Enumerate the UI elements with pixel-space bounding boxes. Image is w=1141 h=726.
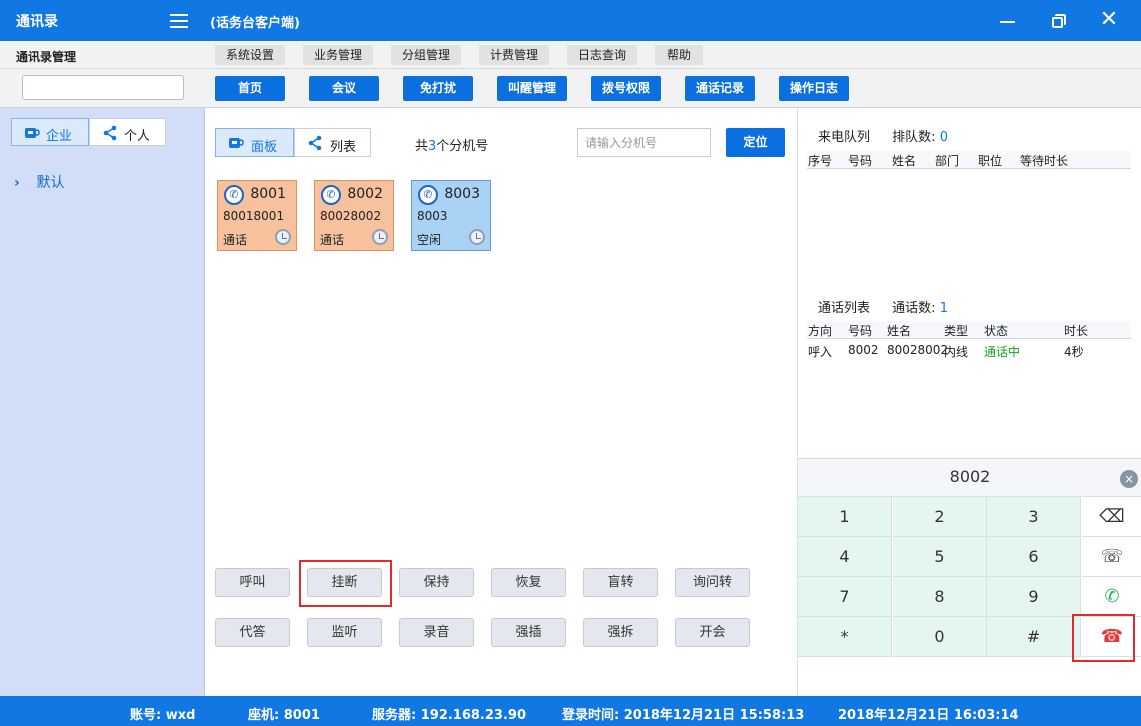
close-icon[interactable]: ✕ [1096,8,1122,34]
consult-transfer-button[interactable]: 询问转 [675,568,750,597]
cup-icon [24,125,40,145]
home-button[interactable]: 首页 [215,76,285,101]
view-panel-button[interactable]: 面板 [215,128,294,157]
tree-item-label: 默认 [36,175,65,191]
dial-key-hash[interactable]: # [987,617,1081,657]
queue-table-header: 序号 号码 姓名 部门 职位 等待时长 [807,151,1131,169]
view-list-label: 列表 [330,140,357,155]
share-icon [102,125,118,145]
view-list-button[interactable]: 列表 [294,128,371,157]
conference-button[interactable]: 会议 [309,76,379,101]
tab-personal[interactable]: 个人 [89,118,166,146]
barge-in-button[interactable]: 强插 [491,618,566,647]
dial-key-9[interactable]: 9 [987,577,1081,617]
extension-panel: 面板 列表 共3个分机号 定位 ✆ 8001 80018001 通话 ✆ 800… [205,108,797,696]
status-account: 账号: wxd [130,708,196,723]
tab-enterprise[interactable]: 企业 [11,118,89,146]
alarm-clock-icon [469,229,485,245]
dial-key-3[interactable]: 3 [987,497,1081,537]
status-login-time: 登录时间: 2018年12月21日 15:58:13 [562,708,805,723]
dial-display: 8002 [798,459,1141,497]
clear-display-icon[interactable]: × [1120,470,1138,488]
alarm-clock-icon [372,229,388,245]
dial-key-2[interactable]: 2 [893,497,987,537]
extension-card-8001[interactable]: ✆ 8001 80018001 通话 [217,180,297,251]
force-release-button[interactable]: 强拆 [583,618,658,647]
hold-button[interactable]: 保持 [399,568,474,597]
answer-call-icon[interactable]: ✆ [1082,577,1141,617]
phone-icon: ✆ [418,185,438,205]
hamburger-menu-icon[interactable] [164,9,194,33]
dnd-button[interactable]: 免打扰 [403,76,473,101]
dial-permission-button[interactable]: 拨号权限 [591,76,661,101]
call-button[interactable]: 呼叫 [215,568,290,597]
dial-key-6[interactable]: 6 [987,537,1081,577]
extension-card-8002[interactable]: ✆ 8002 80028002 通话 [314,180,394,251]
extension-search-input[interactable] [577,128,711,157]
dial-key-4[interactable]: 4 [798,537,892,577]
resume-button[interactable]: 恢复 [491,568,566,597]
tab-enterprise-label: 企业 [46,129,73,144]
wakeup-button[interactable]: 叫醒管理 [497,76,567,101]
operation-log-button[interactable]: 操作日志 [779,76,849,101]
menu-billing[interactable]: 计费管理 [479,45,549,65]
status-server: 服务器: 192.168.23.90 [372,708,526,723]
queue-header: 来电队列 排队数: 0 [818,130,948,145]
sidebar-panel: 企业 个人 › 默认 [0,108,205,696]
extension-count: 共3个分机号 [415,139,489,154]
monitor-button[interactable]: 监听 [307,618,382,647]
minimize-icon[interactable] [994,8,1020,34]
calls-table-header: 方向 号码 姓名 类型 状态 时长 [807,321,1131,339]
window-subtitle: (话务台客户端) [210,16,300,31]
maximize-icon[interactable] [1045,8,1071,34]
menu-business[interactable]: 业务管理 [303,45,373,65]
call-records-button[interactable]: 通话记录 [685,76,755,101]
sidebar-search-input[interactable] [22,75,184,100]
menu-group[interactable]: 分组管理 [391,45,461,65]
dial-key-5[interactable]: 5 [893,537,987,577]
view-panel-label: 面板 [251,140,278,155]
menu-bar: 系统设置 业务管理 分组管理 计费管理 日志查询 帮助 [205,41,1141,69]
menu-help[interactable]: 帮助 [655,45,703,65]
backspace-icon[interactable]: ⌫ [1082,497,1141,537]
sidebar-search-area [0,69,205,108]
extension-card-8003[interactable]: ✆ 8003 8003 空闲 [411,180,491,251]
status-seat: 座机: 8001 [248,708,320,723]
alarm-clock-icon [275,229,291,245]
locate-button[interactable]: 定位 [726,128,785,157]
menu-log-query[interactable]: 日志查询 [567,45,637,65]
calls-header: 通话列表 通话数: 1 [818,301,948,316]
right-panel: 来电队列 排队数: 0 序号 号码 姓名 部门 职位 等待时长 通话列表 通话数… [797,108,1141,696]
sidebar-header: 通讯录管理 [0,41,205,69]
tree-item-default[interactable]: › 默认 [14,172,64,192]
dial-key-star[interactable]: * [798,617,892,657]
phone-icon: ✆ [224,185,244,205]
dial-key-1[interactable]: 1 [798,497,892,537]
dial-key-7[interactable]: 7 [798,577,892,617]
dial-key-8[interactable]: 8 [893,577,987,617]
toolbar: 首页 会议 免打扰 叫醒管理 拨号权限 通话记录 操作日志 [205,69,1141,108]
pickup-button[interactable]: 代答 [215,618,290,647]
phone-icon: ✆ [321,185,341,205]
share-icon [307,135,323,155]
app-title: 通讯录 [16,14,58,30]
sidebar-title: 通讯录管理 [16,50,77,64]
status-current-time: 2018年12月21日 16:03:14 [838,708,1019,723]
hangup-button[interactable]: 挂断 [307,568,382,597]
table-row[interactable]: 呼入 8002 80028002 内线 通话中 4秒 [807,342,1131,360]
blind-transfer-button[interactable]: 盲转 [583,568,658,597]
dialpad: 8002 × 1 2 3 4 5 6 7 8 9 * 0 # ⌫ ☏ ✆ ☎ [798,458,1141,696]
menu-system-settings[interactable]: 系统设置 [215,45,285,65]
tab-personal-label: 个人 [124,129,151,144]
dial-key-0[interactable]: 0 [893,617,987,657]
record-button[interactable]: 录音 [399,618,474,647]
status-bar: 账号: wxd 座机: 8001 服务器: 192.168.23.90 登录时间… [0,696,1141,726]
chevron-right-icon: › [14,175,20,191]
start-meeting-button[interactable]: 开会 [675,618,750,647]
transfer-call-icon[interactable]: ☏ [1082,537,1141,577]
hangup-icon[interactable]: ☎ [1082,617,1141,657]
cup-icon [228,135,244,155]
title-bar: 通讯录 (话务台客户端) ✕ [0,0,1141,41]
